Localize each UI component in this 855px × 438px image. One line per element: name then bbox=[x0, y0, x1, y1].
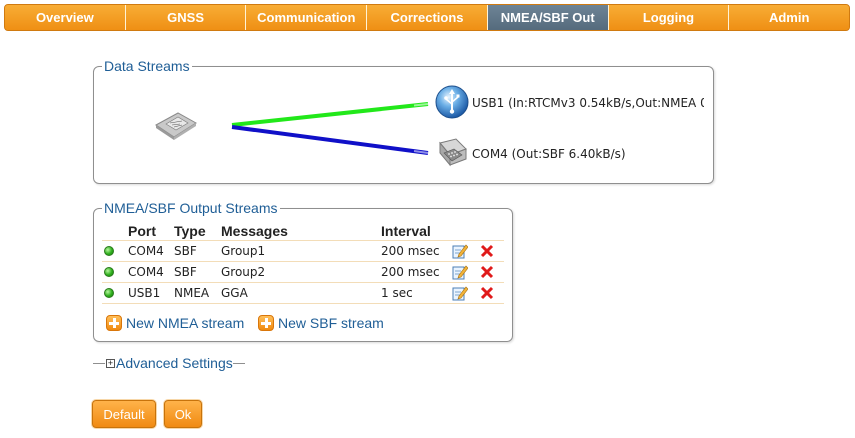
row-port: COM4 bbox=[126, 240, 172, 262]
header-status bbox=[102, 222, 126, 241]
output-streams-legend: NMEA/SBF Output Streams bbox=[99, 200, 282, 216]
default-button[interactable]: Default bbox=[92, 400, 156, 428]
tab-admin[interactable]: Admin bbox=[729, 5, 849, 30]
tab-gnss[interactable]: GNSS bbox=[125, 5, 247, 30]
advanced-settings-label[interactable]: Advanced Settings bbox=[116, 355, 233, 371]
row-type: NMEA bbox=[172, 282, 219, 304]
ok-button[interactable]: Ok bbox=[164, 400, 202, 428]
new-sbf-stream-label: New SBF stream bbox=[278, 315, 384, 331]
plus-icon bbox=[106, 315, 122, 331]
row-port: COM4 bbox=[126, 261, 172, 283]
usb-stream-line bbox=[231, 102, 429, 127]
output-streams-table: Port Type Messages Interval COM4 SBF Gro… bbox=[102, 222, 504, 304]
new-nmea-stream-label: New NMEA stream bbox=[126, 315, 245, 331]
row-port: USB1 bbox=[126, 282, 172, 304]
header-port: Port bbox=[126, 222, 172, 241]
expand-icon[interactable]: + bbox=[106, 358, 115, 368]
header-delete bbox=[477, 222, 504, 241]
delete-icon[interactable] bbox=[479, 264, 495, 280]
header-type: Type bbox=[172, 222, 219, 241]
advanced-settings-toggle[interactable]: + Advanced Settings bbox=[93, 355, 245, 371]
divider bbox=[232, 362, 245, 364]
com-stream-line bbox=[231, 125, 429, 155]
usb1-stream-label: USB1 (In:RTCMv3 0.54kB/s,Out:NMEA 0.0.. bbox=[472, 96, 704, 110]
usb-icon bbox=[435, 85, 469, 119]
row-messages: GGA bbox=[219, 282, 379, 304]
row-interval: 200 msec bbox=[379, 240, 450, 262]
row-type: SBF bbox=[172, 240, 219, 262]
table-row: COM4 SBF Group2 200 msec bbox=[102, 261, 504, 283]
header-edit bbox=[450, 222, 477, 241]
tab-corrections[interactable]: Corrections bbox=[367, 5, 488, 30]
row-interval: 200 msec bbox=[379, 261, 450, 283]
status-led-icon bbox=[104, 288, 114, 298]
table-row: USB1 NMEA GGA 1 sec bbox=[102, 282, 504, 304]
receiver-module-icon bbox=[155, 112, 197, 140]
delete-icon[interactable] bbox=[479, 243, 495, 259]
row-type: SBF bbox=[172, 261, 219, 283]
table-row: COM4 SBF Group1 200 msec bbox=[102, 240, 504, 262]
new-sbf-stream-link[interactable]: New SBF stream bbox=[258, 315, 384, 331]
main-nav: Overview GNSS Communication Corrections … bbox=[4, 4, 850, 31]
divider bbox=[93, 362, 105, 364]
tab-nmea-sbf-out[interactable]: NMEA/SBF Out bbox=[487, 5, 609, 30]
edit-icon[interactable] bbox=[452, 285, 468, 301]
output-streams-panel: NMEA/SBF Output Streams Port Type Messag… bbox=[93, 200, 513, 342]
data-streams-panel: Data Streams USB1 (In:RTCMv3 0.54kB/s,Ou… bbox=[93, 58, 714, 184]
row-messages: Group2 bbox=[219, 261, 379, 283]
edit-icon[interactable] bbox=[452, 264, 468, 280]
row-messages: Group1 bbox=[219, 240, 379, 262]
delete-icon[interactable] bbox=[479, 285, 495, 301]
new-nmea-stream-link[interactable]: New NMEA stream bbox=[106, 315, 244, 331]
tab-communication[interactable]: Communication bbox=[246, 5, 368, 30]
table-header-row: Port Type Messages Interval bbox=[102, 222, 504, 241]
status-led-icon bbox=[104, 246, 114, 256]
header-interval: Interval bbox=[379, 222, 450, 241]
row-interval: 1 sec bbox=[379, 282, 450, 304]
tab-overview[interactable]: Overview bbox=[5, 5, 126, 30]
com4-stream-label: COM4 (Out:SBF 6.40kB/s) bbox=[472, 147, 626, 161]
edit-icon[interactable] bbox=[452, 243, 468, 259]
header-messages: Messages bbox=[219, 222, 379, 241]
serial-port-icon bbox=[439, 138, 467, 167]
tab-logging[interactable]: Logging bbox=[608, 5, 730, 30]
status-led-icon bbox=[104, 267, 114, 277]
plus-icon bbox=[258, 315, 274, 331]
